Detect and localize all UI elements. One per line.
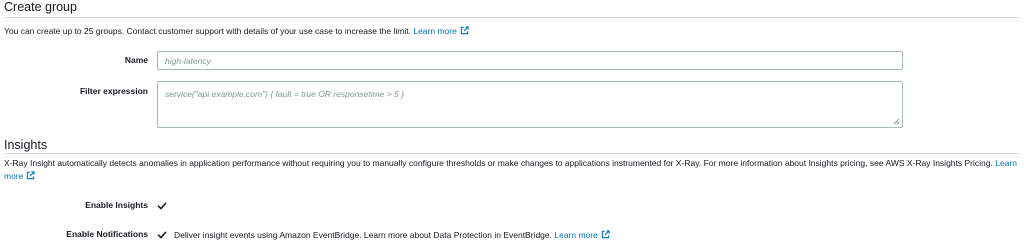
- learn-more-label: Learn more: [413, 26, 457, 36]
- notifications-description-text: Deliver insight events using Amazon Even…: [174, 230, 552, 240]
- enable-insights-label: Enable Insights: [85, 200, 148, 210]
- filter-expression-label: Filter expression: [79, 86, 148, 96]
- filter-expression-input[interactable]: [157, 81, 903, 128]
- insights-description: X-Ray Insight automatically detects anom…: [4, 157, 1020, 183]
- checkmark-icon: [157, 231, 167, 239]
- enable-insights-checkbox[interactable]: [157, 201, 167, 211]
- name-input[interactable]: [157, 51, 903, 70]
- create-group-description-text: You can create up to 25 groups. Contact …: [4, 26, 411, 36]
- create-group-description: You can create up to 25 groups. Contact …: [4, 25, 469, 38]
- create-group-title: Create group: [4, 0, 77, 14]
- learn-more-label: Learn more: [554, 230, 598, 240]
- external-link-icon: [27, 171, 36, 180]
- enable-notifications-label: Enable Notifications: [66, 229, 148, 239]
- external-link-icon: [460, 26, 469, 35]
- section-divider: [4, 153, 1020, 154]
- filter-expression-field[interactable]: [157, 81, 903, 128]
- checkmark-icon: [157, 202, 167, 210]
- section-divider: [4, 17, 1020, 18]
- create-group-learn-more-link[interactable]: Learn more: [413, 26, 469, 36]
- insights-description-text: X-Ray Insight automatically detects anom…: [4, 158, 993, 168]
- external-link-icon: [601, 230, 610, 239]
- notifications-learn-more-link[interactable]: Learn more: [554, 230, 610, 240]
- insights-title: Insights: [4, 138, 48, 152]
- enable-notifications-checkbox[interactable]: [157, 230, 167, 240]
- resize-grip-icon[interactable]: [893, 118, 900, 125]
- name-label: Name: [124, 55, 148, 65]
- notifications-description: Deliver insight events using Amazon Even…: [174, 229, 610, 242]
